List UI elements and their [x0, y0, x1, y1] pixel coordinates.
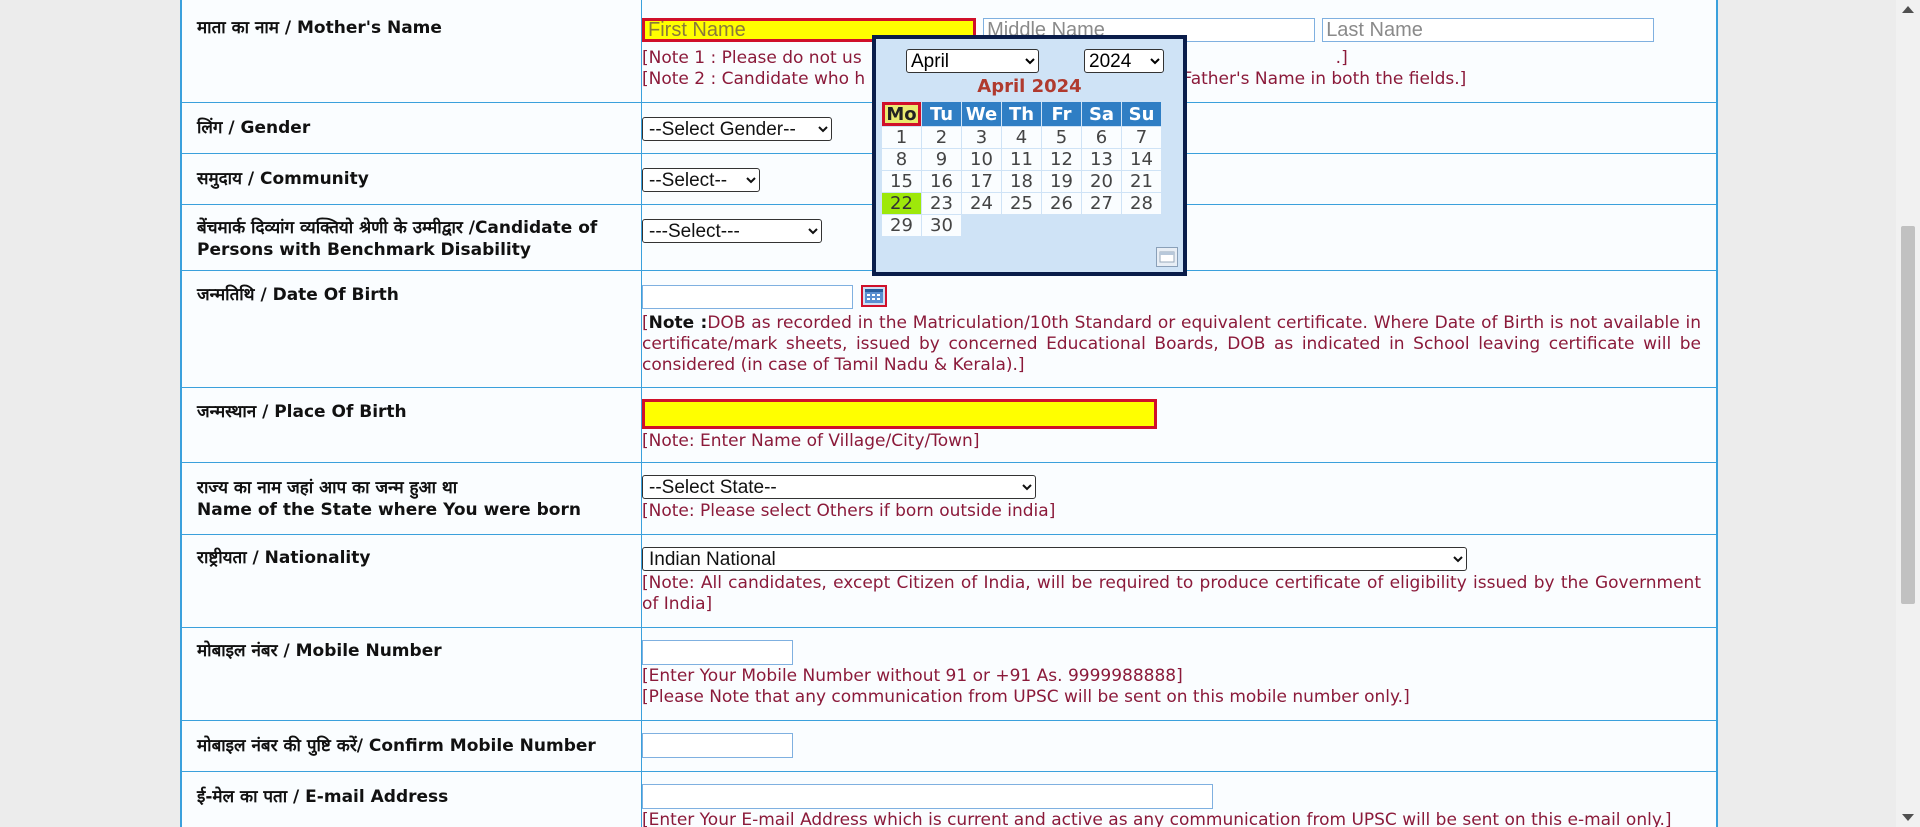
calendar-day-12[interactable]: 12 — [1042, 149, 1081, 170]
calendar-week-row: 22 23 24 25 26 27 28 — [882, 193, 1161, 214]
calendar-weekday-mo: Mo — [882, 102, 921, 126]
calendar-day-29[interactable]: 29 — [882, 215, 921, 236]
calendar-day-4[interactable]: 4 — [1002, 127, 1041, 148]
nationality-select[interactable]: Indian National — [642, 546, 1467, 571]
label-pob: जन्मस्थान / Place Of Birth — [197, 401, 407, 422]
calendar-day-5[interactable]: 5 — [1042, 127, 1081, 148]
calendar-day-16[interactable]: 16 — [922, 171, 961, 192]
mobile-input[interactable] — [642, 639, 793, 665]
calendar-day-22[interactable]: 22 — [882, 193, 921, 214]
calendar-empty-cell — [1082, 215, 1121, 236]
mother-last-name-input[interactable] — [1322, 18, 1655, 42]
row-email: ई-मेल का पता / E-mail Address [Enter You… — [182, 771, 1716, 827]
row-nationality: राष्ट्रीयता / Nationality Indian Nationa… — [182, 534, 1716, 628]
label-gender: लिंग / Gender — [197, 117, 311, 138]
email-note: [Enter Your E-mail Address which is curr… — [642, 809, 1672, 827]
label-email: ई-मेल का पता / E-mail Address — [197, 786, 449, 807]
label-mother-name: माता का नाम / Mother's Name — [197, 18, 442, 38]
calendar-day-25[interactable]: 25 — [1002, 193, 1041, 214]
email-input[interactable] — [642, 783, 1213, 809]
state-note: [Note: Please select Others if born outs… — [642, 500, 1056, 521]
dob-input[interactable] — [642, 284, 853, 309]
mother-note-2: [Note 2 : Candidate who h — [642, 69, 866, 89]
calendar-year-select[interactable]: 2024 — [1084, 49, 1164, 73]
calendar-weekday-th: Th — [1002, 102, 1041, 126]
mother-note-1-end: .] — [1335, 48, 1348, 68]
calendar-day-27[interactable]: 27 — [1082, 193, 1121, 214]
calendar-day-10[interactable]: 10 — [962, 149, 1001, 170]
calendar-day-6[interactable]: 6 — [1082, 127, 1121, 148]
row-pob: जन्मस्थान / Place Of Birth [Note: Enter … — [182, 387, 1716, 463]
label-confirm-mobile: मोबाइल नंबर की पुष्टि करें/ Confirm Mobi… — [197, 735, 596, 756]
calendar-week-row: 8 9 10 11 12 13 14 — [882, 149, 1161, 170]
label-community: समुदाय / Community — [197, 168, 369, 189]
pwbd-select[interactable]: ---Select--- — [642, 218, 822, 243]
date-picker-popup: April 2024 April 2024 Mo Tu We Th Fr Sa Su 123… — [872, 35, 1187, 276]
label-state-en: Name of the State where You were born — [197, 499, 581, 520]
calendar-weekday-tu: Tu — [922, 102, 961, 126]
calendar-day-3[interactable]: 3 — [962, 127, 1001, 148]
calendar-day-19[interactable]: 19 — [1042, 171, 1081, 192]
calendar-week-row: 29 30 — [882, 215, 1161, 236]
calendar-month-select[interactable]: April — [906, 49, 1039, 73]
calendar-empty-cell — [1122, 215, 1161, 236]
calendar-day-13[interactable]: 13 — [1082, 149, 1121, 170]
scrollbar-thumb[interactable] — [1901, 226, 1915, 604]
row-mobile: मोबाइल नंबर / Mobile Number [Enter Your … — [182, 627, 1716, 721]
mother-note-1: [Note 1 : Please do not us — [642, 48, 862, 68]
scroll-up-arrow-icon[interactable] — [1902, 6, 1914, 13]
calendar-day-23[interactable]: 23 — [922, 193, 961, 214]
label-state-hi: राज्य का नाम जहां आप का जन्म हुआ था — [197, 477, 458, 498]
nationality-note: [Note: All candidates, except Citizen of… — [642, 572, 1701, 614]
calendar-icon[interactable] — [861, 284, 888, 307]
scroll-down-arrow-icon[interactable] — [1902, 814, 1914, 821]
state-select[interactable]: --Select State-- — [642, 474, 1036, 499]
calendar-day-11[interactable]: 11 — [1002, 149, 1041, 170]
calendar-empty-cell — [962, 215, 1001, 236]
calendar-day-26[interactable]: 26 — [1042, 193, 1081, 214]
calendar-day-2[interactable]: 2 — [922, 127, 961, 148]
gender-select[interactable]: --Select Gender-- — [642, 116, 832, 141]
label-mobile: मोबाइल नंबर / Mobile Number — [197, 640, 442, 661]
calendar-weekday-sa: Sa — [1082, 102, 1121, 126]
calendar-day-1[interactable]: 1 — [882, 127, 921, 148]
calendar-day-24[interactable]: 24 — [962, 193, 1001, 214]
label-nationality: राष्ट्रीयता / Nationality — [197, 547, 371, 568]
mobile-note-1: [Enter Your Mobile Number without 91 or … — [642, 665, 1183, 686]
calendar-week-row: 1234567 — [882, 127, 1161, 148]
calendar-empty-cell — [1002, 215, 1041, 236]
calendar-day-20[interactable]: 20 — [1082, 171, 1121, 192]
close-icon[interactable] — [1156, 247, 1178, 267]
calendar-grid: Mo Tu We Th Fr Sa Su 1 2 3 4 5 6 7 8 9 10 11 12 13 14 15 16 17… — [881, 101, 1162, 237]
calendar-weekday-fr: Fr — [1042, 102, 1081, 126]
calendar-day-15[interactable]: 15 — [882, 171, 921, 192]
calendar-title: April 2024 — [977, 76, 1082, 97]
row-dob: जन्मतिथि / Date Of Birth [Note :DOB as r… — [182, 270, 1716, 388]
calendar-week-row: 15 16 17 18 19 20 21 — [882, 171, 1161, 192]
calendar-day-28[interactable]: 28 — [1122, 193, 1161, 214]
calendar-weekday-we: We — [962, 102, 1001, 126]
pob-note: [Note: Enter Name of Village/City/Town] — [642, 430, 980, 451]
calendar-day-14[interactable]: 14 — [1122, 149, 1161, 170]
page-scrollbar[interactable] — [1896, 0, 1920, 827]
calendar-day-21[interactable]: 21 — [1122, 171, 1161, 192]
row-confirm-mobile: मोबाइल नंबर की पुष्टि करें/ Confirm Mobi… — [182, 720, 1716, 772]
calendar-day-8[interactable]: 8 — [882, 149, 921, 170]
calendar-day-7[interactable]: 7 — [1122, 127, 1161, 148]
label-dob: जन्मतिथि / Date Of Birth — [197, 284, 399, 305]
dob-note: [Note :DOB as recorded in the Matriculat… — [642, 312, 1701, 375]
row-state: राज्य का नाम जहां आप का जन्म हुआ था Name… — [182, 462, 1716, 535]
calendar-empty-cell — [1042, 215, 1081, 236]
calendar-day-18[interactable]: 18 — [1002, 171, 1041, 192]
mobile-note-2: [Please Note that any communication from… — [642, 686, 1410, 707]
calendar-weekday-su: Su — [1122, 102, 1161, 126]
calendar-day-17[interactable]: 17 — [962, 171, 1001, 192]
calendar-day-9[interactable]: 9 — [922, 149, 961, 170]
calendar-day-30[interactable]: 30 — [922, 215, 961, 236]
label-pwbd: बेंचमार्क दिव्यांग व्यक्तियो श्रेणी के उ… — [197, 217, 598, 260]
confirm-mobile-input[interactable] — [642, 732, 793, 758]
place-of-birth-input[interactable] — [642, 398, 1157, 429]
community-select[interactable]: --Select-- — [642, 167, 760, 192]
